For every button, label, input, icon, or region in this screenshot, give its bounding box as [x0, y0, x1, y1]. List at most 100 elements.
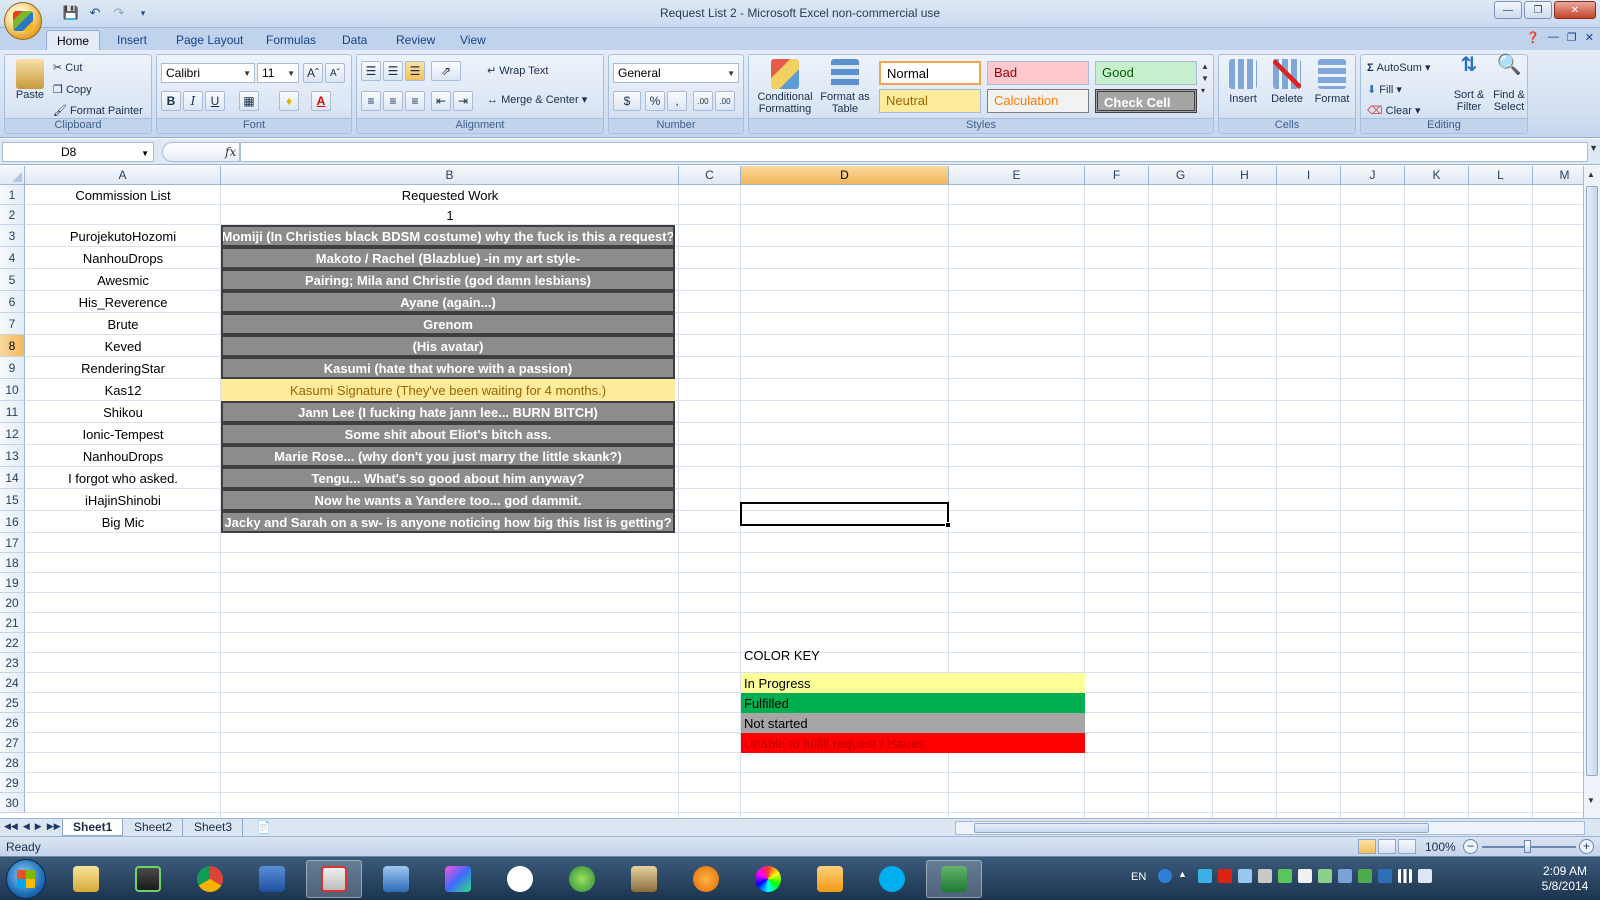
taskbar-media[interactable]	[802, 860, 858, 898]
bold-button[interactable]: B	[161, 91, 181, 111]
style-bad[interactable]: Bad	[987, 61, 1089, 85]
column-header-h[interactable]: H	[1213, 166, 1277, 185]
prev-sheet-icon[interactable]: ◀	[23, 821, 30, 832]
page-break-view-button[interactable]	[1398, 839, 1416, 854]
column-header-a[interactable]: A	[25, 166, 221, 185]
align-middle-icon[interactable]: ☰	[383, 61, 403, 81]
vertical-scrollbar[interactable]: ▲ ▼	[1583, 166, 1600, 818]
decrease-indent-icon[interactable]: ⇤	[431, 91, 451, 111]
color-key-item[interactable]: In Progress	[741, 673, 1085, 693]
delete-cells-button[interactable]: Delete	[1267, 59, 1307, 105]
volume-icon[interactable]	[1418, 869, 1432, 883]
merge-center-button[interactable]: ↔ Merge & Center ▾	[487, 93, 587, 106]
style-check-cell[interactable]: Check Cell	[1095, 89, 1197, 113]
color-key-title[interactable]: COLOR KEY	[741, 645, 949, 665]
color-key-item[interactable]: Not started	[741, 713, 1085, 733]
taskbar-app-2[interactable]	[120, 860, 176, 898]
row-header-14[interactable]: 14	[0, 467, 25, 489]
cell-a1[interactable]: Commission List	[25, 185, 221, 205]
style-good[interactable]: Good	[1095, 61, 1197, 85]
commission-name[interactable]: I forgot who asked.	[25, 467, 221, 489]
row-header-20[interactable]: 20	[0, 593, 25, 613]
row-header-10[interactable]: 10	[0, 379, 25, 401]
row-header-25[interactable]: 25	[0, 693, 25, 713]
commission-name[interactable]: NanhouDrops	[25, 247, 221, 269]
minimize-button[interactable]: —	[1494, 1, 1522, 19]
tray-icon-9[interactable]	[1358, 869, 1372, 883]
orientation-icon[interactable]: ⇗	[431, 61, 461, 81]
style-normal[interactable]: Normal	[879, 61, 981, 85]
copy-button[interactable]: ❐ Copy	[53, 83, 92, 96]
font-size-combo[interactable]: 11 ▼	[257, 63, 299, 83]
column-header-c[interactable]: C	[679, 166, 741, 185]
help-tray-icon[interactable]	[1158, 869, 1172, 883]
insert-function-button[interactable]: fx	[162, 142, 240, 162]
start-button[interactable]	[6, 859, 46, 899]
insert-sheet-icon[interactable]: 📄	[246, 819, 281, 836]
currency-button[interactable]: $	[613, 91, 641, 111]
requested-work[interactable]: Marie Rose... (why don't you just marry …	[221, 445, 675, 467]
row-header-16[interactable]: 16	[0, 511, 25, 533]
style-calculation[interactable]: Calculation	[987, 89, 1089, 113]
requested-work[interactable]: Kasumi Signature (They've been waiting f…	[221, 379, 675, 401]
row-header-6[interactable]: 6	[0, 291, 25, 313]
row-header-15[interactable]: 15	[0, 489, 25, 511]
requested-work[interactable]: Jacky and Sarah on a sw- is anyone notic…	[221, 511, 675, 533]
row-header-13[interactable]: 13	[0, 445, 25, 467]
fill-button[interactable]: ⬇ Fill ▾	[1367, 83, 1402, 96]
last-sheet-icon[interactable]: ▶▶	[47, 821, 61, 832]
row-header-21[interactable]: 21	[0, 613, 25, 633]
taskbar-app-7[interactable]	[430, 860, 486, 898]
sheet-tab-sheet3[interactable]: Sheet3	[184, 819, 244, 836]
shrink-font-button[interactable]: Aˇ	[325, 63, 345, 83]
tray-icon-8[interactable]	[1338, 869, 1352, 883]
row-header-28[interactable]: 28	[0, 753, 25, 773]
row-header-29[interactable]: 29	[0, 773, 25, 793]
row-header-2[interactable]: 2	[0, 205, 25, 225]
active-cell-d8[interactable]	[740, 502, 949, 526]
tray-icon-3[interactable]	[1238, 869, 1252, 883]
italic-button[interactable]: I	[183, 91, 203, 111]
zoom-out-button[interactable]: −	[1463, 839, 1478, 854]
align-bottom-icon[interactable]: ☰	[405, 61, 425, 81]
language-indicator[interactable]: EN	[1131, 871, 1146, 883]
requested-work[interactable]: Pairing; Mila and Christie (god damn les…	[221, 269, 675, 291]
format-cells-button[interactable]: Format	[1311, 59, 1353, 105]
commission-name[interactable]: Ionic-Tempest	[25, 423, 221, 445]
normal-view-button[interactable]	[1358, 839, 1376, 854]
row-header-11[interactable]: 11	[0, 401, 25, 423]
formula-input[interactable]	[240, 142, 1588, 162]
increase-indent-icon[interactable]: ⇥	[453, 91, 473, 111]
cell-b1[interactable]: Requested Work	[221, 185, 679, 205]
row-header-17[interactable]: 17	[0, 533, 25, 553]
tray-expand-icon[interactable]: ▲	[1178, 869, 1192, 883]
row-header-22[interactable]: 22	[0, 633, 25, 653]
align-top-icon[interactable]: ☰	[361, 61, 381, 81]
tray-icon-5[interactable]	[1278, 869, 1292, 883]
row-header-1[interactable]: 1	[0, 185, 25, 205]
font-color-button[interactable]: A	[311, 91, 331, 111]
styles-scroll[interactable]: ▲ ▼ ▾	[1201, 61, 1209, 97]
color-key-item[interactable]: Fulfilled	[741, 693, 1085, 713]
row-header-8[interactable]: 8	[0, 335, 25, 357]
requested-work[interactable]: Now he wants a Yandere too... god dammit…	[221, 489, 675, 511]
color-key-item[interactable]: Unable to fulfill request / Issues	[741, 733, 1085, 753]
autosum-button[interactable]: Σ AutoSum ▾	[1367, 61, 1431, 74]
row-header-30[interactable]: 30	[0, 793, 25, 813]
tray-icon-6[interactable]	[1298, 869, 1312, 883]
column-header-f[interactable]: F	[1085, 166, 1149, 185]
row-header-9[interactable]: 9	[0, 357, 25, 379]
cut-button[interactable]: ✂ Cut	[53, 61, 82, 74]
clock[interactable]: 2:09 AM 5/8/2014	[1535, 864, 1595, 894]
taskbar-app-12[interactable]	[740, 860, 796, 898]
adobe-tray-icon[interactable]	[1218, 869, 1232, 883]
commission-name[interactable]: Brute	[25, 313, 221, 335]
percent-button[interactable]: %	[645, 91, 665, 111]
row-header-19[interactable]: 19	[0, 573, 25, 593]
tab-view[interactable]: View	[450, 30, 496, 50]
taskbar-explorer[interactable]	[58, 860, 114, 898]
insert-cells-button[interactable]: Insert	[1223, 59, 1263, 105]
row-header-12[interactable]: 12	[0, 423, 25, 445]
taskbar-skype[interactable]	[864, 860, 920, 898]
zoom-in-button[interactable]: +	[1579, 839, 1594, 854]
